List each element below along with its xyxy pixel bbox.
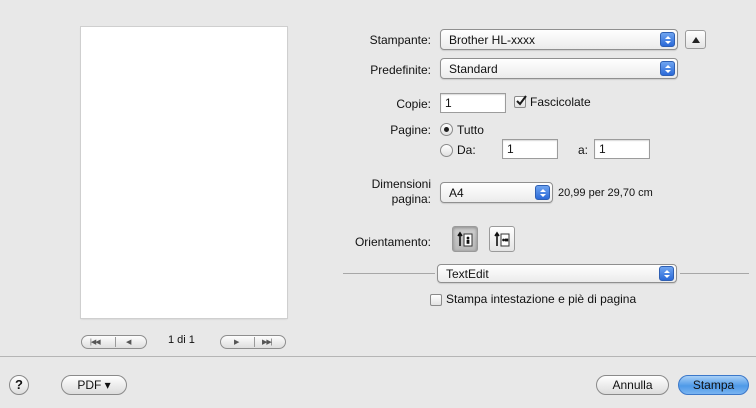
presets-label: Predefinite:	[370, 63, 431, 77]
pages-all-radio[interactable]	[440, 123, 453, 136]
page-preview	[81, 27, 287, 318]
cancel-button[interactable]: Annulla	[596, 375, 669, 395]
footer-divider	[0, 356, 756, 357]
disclosure-button[interactable]	[685, 30, 706, 49]
pages-label: Pagine:	[390, 123, 431, 137]
presets-value: Standard	[449, 62, 498, 76]
help-icon: ?	[15, 377, 23, 392]
header-footer-label: Stampa intestazione e piè di pagina	[446, 292, 637, 306]
orientation-landscape-button[interactable]	[489, 226, 515, 252]
landscape-orientation-icon	[494, 231, 510, 247]
pdf-button[interactable]: PDF ▾	[61, 375, 127, 395]
orientation-portrait-button[interactable]	[452, 226, 478, 252]
pages-from-label: Da:	[457, 143, 476, 157]
pages-from-field[interactable]: 1	[502, 139, 558, 159]
popup-arrows-icon	[535, 185, 550, 200]
header-footer-checkbox[interactable]	[430, 294, 442, 306]
app-section-value: TextEdit	[446, 267, 489, 281]
checkmark-icon	[516, 95, 527, 106]
pages-to-label: a:	[578, 143, 589, 157]
triangle-up-icon	[692, 37, 700, 43]
orientation-label: Orientamento:	[354, 235, 431, 249]
preview-forward-controls: ▶ ▶▶|	[220, 335, 286, 349]
printer-popup[interactable]: Brother HL-xxxx	[440, 29, 678, 50]
help-button[interactable]: ?	[9, 375, 29, 395]
copies-field[interactable]: 1	[440, 93, 506, 113]
page-indicator: 1 di 1	[168, 334, 195, 346]
collate-checkbox[interactable]	[514, 95, 527, 108]
popup-arrows-icon	[660, 61, 675, 76]
paper-dimensions: 20,99 per 29,70 cm	[558, 187, 653, 199]
printer-value: Brother HL-xxxx	[449, 33, 536, 47]
paper-size-popup[interactable]: A4	[440, 182, 553, 203]
preview-back-controls: |◀◀ ◀	[81, 335, 147, 349]
portrait-orientation-icon	[457, 231, 473, 247]
last-page-icon[interactable]: ▶▶|	[262, 337, 273, 348]
popup-arrows-icon	[659, 266, 674, 281]
app-section-popup[interactable]: TextEdit	[437, 264, 677, 283]
first-page-icon[interactable]: |◀◀	[90, 337, 101, 348]
pages-range-radio[interactable]	[440, 144, 453, 157]
pages-all-label: Tutto	[457, 123, 484, 137]
popup-arrows-icon	[660, 32, 675, 47]
presets-popup[interactable]: Standard	[440, 58, 678, 79]
paper-size-value: A4	[449, 186, 464, 200]
print-button[interactable]: Stampa	[678, 375, 749, 395]
previous-page-icon[interactable]: ◀	[126, 337, 131, 348]
paper-size-label: Dimensioni pagina:	[371, 177, 431, 206]
collate-label: Fascicolate	[530, 95, 591, 109]
divider-right	[680, 273, 749, 274]
copies-label: Copie:	[396, 97, 431, 111]
printer-label: Stampante:	[369, 33, 431, 47]
next-page-icon[interactable]: ▶	[234, 337, 239, 348]
divider-left	[343, 273, 435, 274]
pages-to-field[interactable]: 1	[594, 139, 650, 159]
